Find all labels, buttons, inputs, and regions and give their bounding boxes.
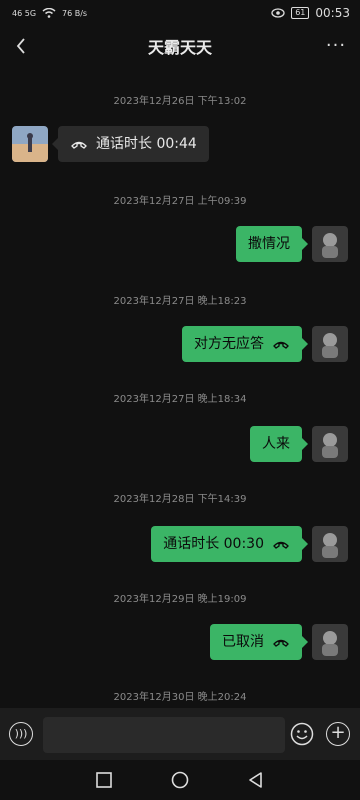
signal-icon: 46 5G bbox=[12, 8, 37, 18]
message-timestamp: 2023年12月27日 上午09:39 bbox=[113, 196, 247, 207]
message-timestamp: 2023年12月27日 晚上18:23 bbox=[113, 296, 247, 307]
voice-icon: ))) bbox=[14, 727, 28, 740]
message-row: 撒情况 bbox=[236, 226, 348, 262]
battery-indicator: 61 bbox=[291, 7, 310, 19]
message-timestamp: 2023年12月30日 晚上20:24 bbox=[113, 692, 247, 703]
bubble-text: 撒情况 bbox=[248, 236, 290, 252]
system-nav-bar bbox=[0, 760, 360, 800]
emoji-button[interactable] bbox=[290, 722, 314, 746]
message-row: 对方无应答 bbox=[182, 326, 348, 362]
chat-header: 天霸天天 ··· bbox=[0, 26, 360, 66]
message-row: 已取消 bbox=[210, 624, 348, 660]
my-avatar[interactable] bbox=[312, 426, 348, 462]
voice-button[interactable]: ))) bbox=[9, 722, 33, 746]
recents-icon[interactable] bbox=[94, 770, 114, 790]
bubble-text: 通话时长 00:44 bbox=[96, 136, 197, 152]
plus-button[interactable]: + bbox=[326, 722, 350, 746]
back-nav-icon[interactable] bbox=[246, 770, 266, 790]
message-timestamp: 2023年12月26日 下午13:02 bbox=[113, 96, 247, 107]
call-record-bubble[interactable]: 已取消 bbox=[210, 624, 308, 660]
message-timestamp: 2023年12月29日 晚上19:09 bbox=[113, 594, 247, 605]
phone-icon bbox=[71, 141, 87, 149]
bubble-text: 对方无应答 bbox=[194, 336, 264, 352]
status-left: 46 5G 76 B/s bbox=[12, 8, 87, 18]
wifi-icon bbox=[42, 8, 56, 18]
bubble-text: 人来 bbox=[262, 436, 290, 452]
eye-icon bbox=[271, 8, 285, 18]
message-timestamp: 2023年12月27日 晚上18:34 bbox=[113, 394, 247, 405]
my-avatar[interactable] bbox=[312, 526, 348, 562]
home-icon[interactable] bbox=[170, 770, 190, 790]
bubble-text: 已取消 bbox=[222, 634, 264, 650]
emoji-icon bbox=[290, 722, 314, 746]
message-timestamp: 2023年12月28日 下午14:39 bbox=[113, 494, 247, 505]
plus-icon: + bbox=[330, 722, 346, 743]
contact-avatar[interactable] bbox=[12, 126, 48, 162]
text-message-bubble[interactable]: 人来 bbox=[250, 426, 308, 462]
message-row: 通话时长 00:30 bbox=[151, 526, 348, 562]
message-row: 通话时长 00:44 bbox=[12, 126, 209, 162]
back-button[interactable] bbox=[10, 32, 34, 60]
call-record-bubble[interactable]: 通话时长 00:30 bbox=[151, 526, 308, 562]
phone-icon bbox=[273, 341, 289, 349]
status-bar: 46 5G 76 B/s 61 00:53 bbox=[0, 0, 360, 26]
more-button[interactable]: ··· bbox=[324, 35, 348, 57]
net-speed: 76 B/s bbox=[62, 8, 88, 18]
my-avatar[interactable] bbox=[312, 624, 348, 660]
status-right: 61 00:53 bbox=[271, 6, 350, 20]
phone-icon bbox=[273, 541, 289, 549]
call-record-bubble[interactable]: 对方无应答 bbox=[182, 326, 308, 362]
my-avatar[interactable] bbox=[312, 326, 348, 362]
message-row: 人来 bbox=[250, 426, 348, 462]
message-input[interactable] bbox=[43, 717, 285, 753]
input-bar: ))) + bbox=[0, 708, 360, 760]
clock: 00:53 bbox=[315, 6, 350, 20]
page-title: 天霸天天 bbox=[147, 38, 212, 57]
message-list[interactable]: 2023年12月26日 下午13:02 通话时长 00:44 2023年12月2… bbox=[0, 66, 360, 706]
call-record-bubble[interactable]: 通话时长 00:44 bbox=[52, 126, 209, 162]
my-avatar[interactable] bbox=[312, 226, 348, 262]
bubble-text: 通话时长 00:30 bbox=[163, 536, 264, 552]
text-message-bubble[interactable]: 撒情况 bbox=[236, 226, 308, 262]
chevron-left-icon bbox=[16, 38, 25, 54]
phone-icon bbox=[273, 639, 289, 647]
